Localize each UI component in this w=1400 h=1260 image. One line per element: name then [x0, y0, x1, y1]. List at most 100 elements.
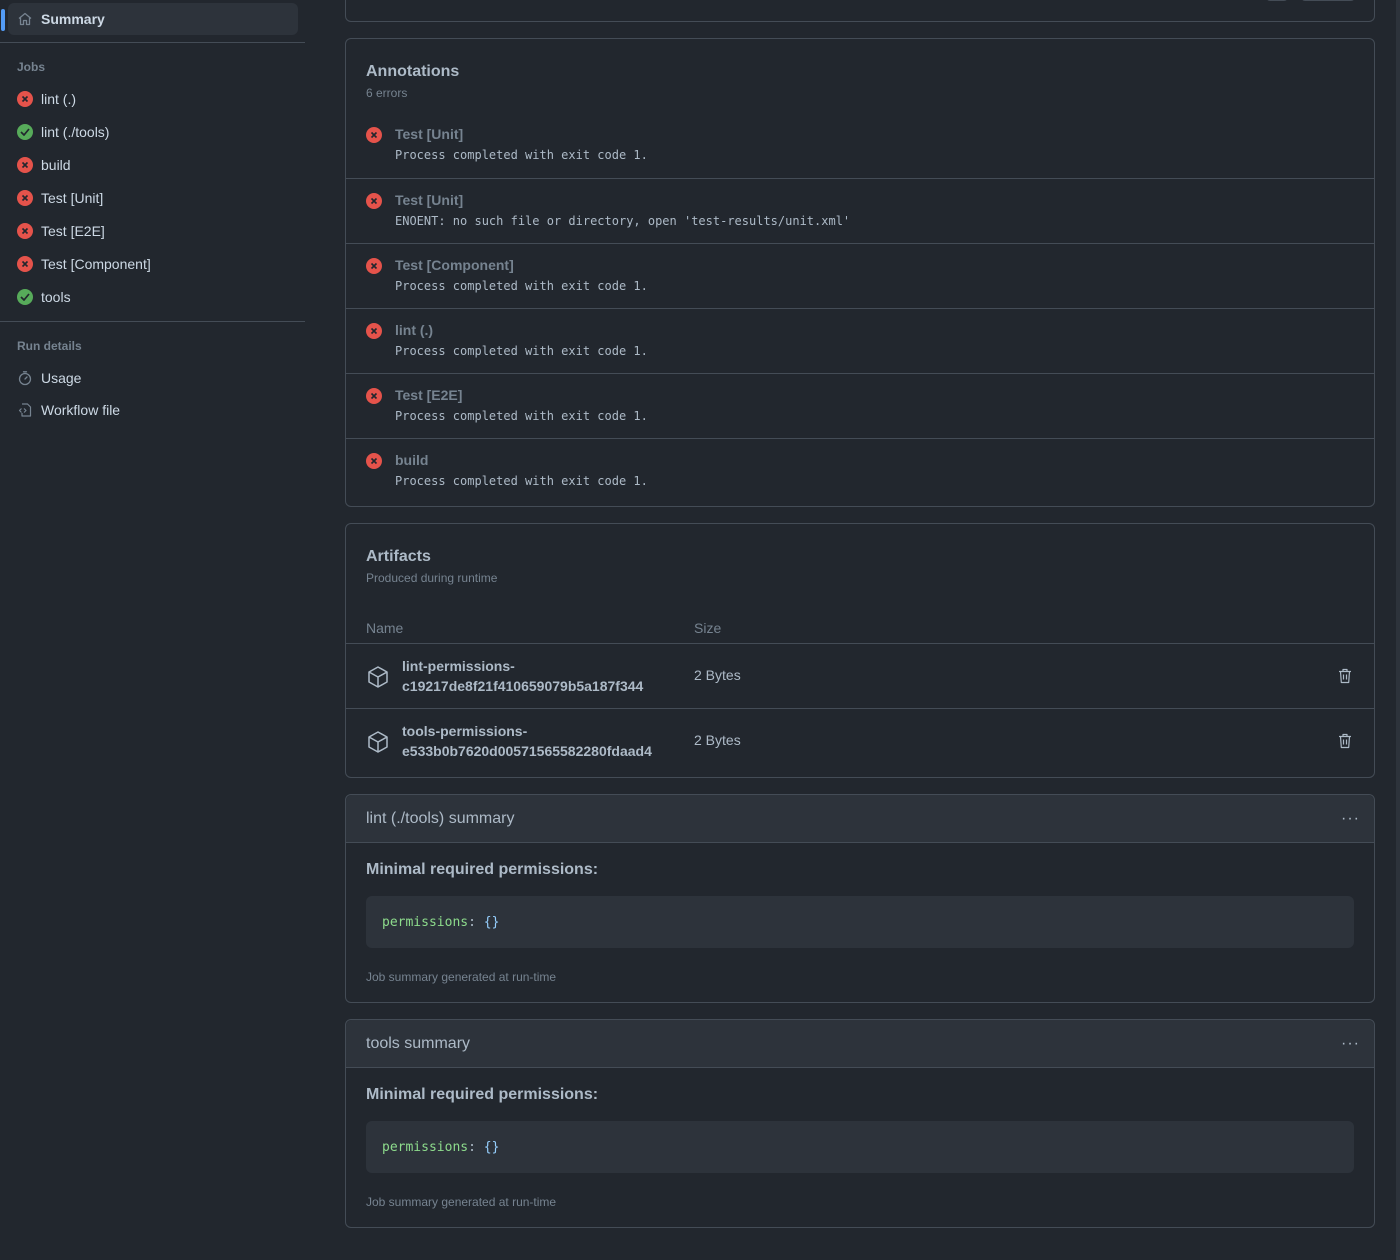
failed-icon	[366, 193, 382, 209]
failed-icon	[17, 223, 33, 239]
artifacts-title: Artifacts	[366, 548, 431, 565]
toolbar-button-edge[interactable]	[1266, 0, 1288, 1]
workflow-file-label: Workflow file	[41, 402, 121, 418]
annotation-item[interactable]: Test [Unit] Process completed with exit …	[346, 113, 1374, 178]
annotation-item[interactable]: build Process completed with exit code 1…	[346, 438, 1374, 503]
workflow-graph-card	[345, 0, 1375, 22]
code-block: permissions: {}	[366, 1121, 1354, 1173]
artifacts-subtitle: Produced during runtime	[366, 571, 498, 585]
artifacts-card: Artifacts Produced during runtime Name S…	[345, 523, 1375, 778]
usage-label: Usage	[41, 370, 82, 386]
annotation-title[interactable]: Test [Component]	[395, 257, 514, 273]
failed-icon	[366, 258, 382, 274]
sidebar-item-summary[interactable]: Summary	[1, 3, 298, 35]
stopwatch-icon	[18, 371, 32, 386]
annotations-subtitle: 6 errors	[366, 86, 408, 100]
artifact-name-line: c19217de8f21f410659079b5a187f344	[402, 678, 644, 694]
artifact-name-line: lint-permissions-	[402, 658, 515, 674]
job-summary-card: lint (./tools) summary ··· Minimal requi…	[345, 794, 1375, 1003]
failed-icon	[17, 157, 33, 173]
sidebar-item-job-test-unit[interactable]: Test [Unit]	[17, 186, 103, 210]
file-code-icon	[18, 403, 32, 417]
job-summary-footer: Job summary generated at run-time	[366, 1195, 557, 1209]
job-label: lint (./tools)	[41, 124, 110, 140]
failed-icon	[17, 256, 33, 272]
annotation-message: Process completed with exit code 1.	[395, 474, 648, 488]
artifact-size: 2 Bytes	[694, 667, 741, 683]
annotation-message: Process completed with exit code 1.	[395, 409, 648, 423]
sidebar-item-workflow-file[interactable]: Workflow file	[17, 398, 120, 422]
package-icon	[368, 666, 388, 688]
success-icon	[17, 289, 33, 305]
sidebar-item-job-test-component[interactable]: Test [Component]	[17, 252, 151, 276]
job-label: lint (.)	[41, 91, 76, 107]
annotation-title[interactable]: build	[395, 452, 428, 468]
kebab-menu-icon[interactable]: ···	[1341, 810, 1360, 828]
sidebar-item-job-build[interactable]: build	[17, 153, 71, 177]
sidebar-top-divider	[0, 42, 305, 43]
toolbar-button-edge[interactable]	[1301, 0, 1355, 1]
annotation-item[interactable]: lint (.) Process completed with exit cod…	[346, 308, 1374, 373]
trash-icon[interactable]	[1338, 668, 1352, 684]
job-summary-heading: Minimal required permissions:	[366, 1086, 599, 1103]
code-separator: :	[468, 1139, 484, 1155]
job-label: Test [Component]	[41, 256, 151, 272]
artifact-name-link[interactable]: lint-permissions- c19217de8f21f410659079…	[402, 656, 643, 696]
annotation-message: ENOENT: no such file or directory, open …	[395, 214, 851, 228]
annotation-message: Process completed with exit code 1.	[395, 344, 648, 358]
job-label: build	[41, 157, 71, 173]
annotation-title[interactable]: Test [E2E]	[395, 387, 462, 403]
job-summary-header: lint (./tools) summary ···	[346, 795, 1374, 843]
job-summary-title: tools summary	[366, 1035, 471, 1052]
workflow-run-page: Summary Jobs lint (.) lint (./tools) bui…	[0, 0, 1400, 1260]
code-value: {}	[483, 914, 500, 930]
annotation-item[interactable]: Test [Component] Process completed with …	[346, 243, 1374, 308]
scrollbar[interactable]	[1396, 0, 1400, 1260]
job-summary-heading: Minimal required permissions:	[366, 861, 599, 878]
code-key: permissions	[382, 1139, 469, 1155]
sidebar-item-job-lint-tools[interactable]: lint (./tools)	[17, 120, 109, 144]
trash-icon[interactable]	[1338, 733, 1352, 749]
column-header-size: Size	[694, 620, 722, 636]
failed-icon	[366, 388, 382, 404]
run-details-heading: Run details	[17, 339, 82, 353]
annotations-title: Annotations	[366, 63, 460, 80]
annotation-item[interactable]: Test [E2E] Process completed with exit c…	[346, 373, 1374, 438]
sidebar-divider	[0, 321, 305, 322]
kebab-menu-icon[interactable]: ···	[1341, 1035, 1360, 1053]
artifact-row: lint-permissions- c19217de8f21f410659079…	[346, 643, 1374, 708]
job-summary-card: tools summary ··· Minimal required permi…	[345, 1019, 1375, 1228]
job-label: Test [E2E]	[41, 223, 105, 239]
active-indicator	[1, 9, 5, 31]
job-summary-title: lint (./tools) summary	[366, 810, 515, 827]
annotation-message: Process completed with exit code 1.	[395, 279, 648, 293]
artifact-row: tools-permissions- e533b0b7620d005715655…	[346, 708, 1374, 773]
artifact-name-line: e533b0b7620d00571565582280fdaad4	[402, 743, 652, 759]
job-label: tools	[41, 289, 71, 305]
sidebar-item-usage[interactable]: Usage	[17, 366, 81, 390]
package-icon	[368, 731, 388, 753]
sidebar-item-job-tools[interactable]: tools	[17, 285, 71, 309]
failed-icon	[366, 453, 382, 469]
code-key: permissions	[382, 914, 469, 930]
column-header-name: Name	[366, 620, 404, 636]
home-icon	[18, 12, 32, 26]
failed-icon	[366, 323, 382, 339]
success-icon	[17, 124, 33, 140]
sidebar-item-job-test-e2e[interactable]: Test [E2E]	[17, 219, 105, 243]
annotation-title[interactable]: lint (.)	[395, 322, 433, 338]
artifact-name-link[interactable]: tools-permissions- e533b0b7620d005715655…	[402, 721, 652, 761]
job-label: Test [Unit]	[41, 190, 104, 206]
annotation-title[interactable]: Test [Unit]	[395, 192, 463, 208]
code-block: permissions: {}	[366, 896, 1354, 948]
code-value: {}	[483, 1139, 500, 1155]
sidebar-item-job-lint[interactable]: lint (.)	[17, 87, 76, 111]
artifact-name-line: tools-permissions-	[402, 723, 528, 739]
failed-icon	[366, 127, 382, 143]
annotation-title[interactable]: Test [Unit]	[395, 126, 463, 142]
failed-icon	[17, 91, 33, 107]
annotation-item[interactable]: Test [Unit] ENOENT: no such file or dire…	[346, 178, 1374, 243]
code-separator: :	[468, 914, 484, 930]
annotations-card: Annotations 6 errors Test [Unit] Process…	[345, 38, 1375, 507]
jobs-heading: Jobs	[17, 60, 46, 74]
